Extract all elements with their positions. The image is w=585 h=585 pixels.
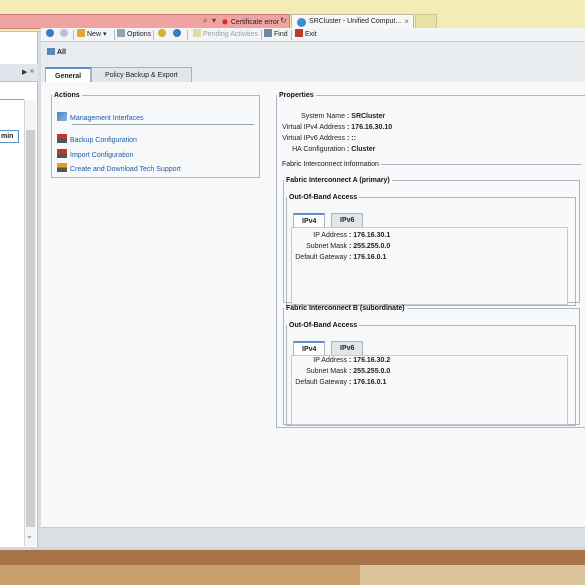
browser-tab-title: SRCluster - Unified Comput... bbox=[309, 18, 402, 25]
properties-title: Properties bbox=[279, 92, 314, 99]
info-button[interactable] bbox=[173, 29, 183, 41]
tech-support-link[interactable]: Create and Download Tech Support bbox=[57, 163, 181, 173]
fi-a-tab-ipv4[interactable]: IPv4 bbox=[293, 213, 326, 227]
new-tab-button[interactable] bbox=[415, 14, 437, 29]
actions-title: Actions bbox=[54, 92, 80, 99]
fi-b-ipv4-pane: IP Address : 176.16.30.2 Subnet Mask : 2… bbox=[291, 355, 568, 425]
main-tabs: General Policy Backup & Export bbox=[41, 63, 585, 84]
help-button[interactable] bbox=[158, 29, 168, 41]
fi-info-title: Fabric Interconnect Information bbox=[282, 161, 379, 168]
options-button[interactable]: Options bbox=[117, 29, 151, 41]
fi-a-panel: Fabric Interconnect A (primary) Out-Of-B… bbox=[283, 177, 580, 306]
breadcrumb: All bbox=[41, 42, 585, 62]
import-icon bbox=[57, 149, 67, 158]
backup-icon bbox=[57, 134, 67, 143]
fi-a-ipv4-pane: IP Address : 176.16.30.1 Subnet Mask : 2… bbox=[291, 227, 568, 305]
forward-button[interactable] bbox=[60, 29, 70, 41]
management-interfaces-link[interactable]: Management Interfaces bbox=[57, 112, 144, 122]
import-configuration-link[interactable]: Import Configuration bbox=[57, 149, 133, 159]
new-menu[interactable]: New ▾ bbox=[77, 29, 106, 41]
fi-a-oob-title: Out-Of-Band Access bbox=[289, 194, 358, 201]
fi-info-section: Fabric Interconnect Information Fabric I… bbox=[280, 161, 582, 426]
fi-b-panel: Fabric Interconnect B (subordinate) Out-… bbox=[283, 305, 580, 426]
backup-configuration-link[interactable]: Backup Configuration bbox=[57, 134, 137, 144]
grid-icon bbox=[47, 48, 55, 55]
fi-b-tab-ipv6[interactable]: IPv6 bbox=[331, 341, 364, 355]
tech-support-icon bbox=[57, 163, 67, 172]
fi-b-default-gateway-value: : 176.16.0.1 bbox=[349, 379, 387, 386]
properties-panel: Properties System Name : SRCluster Virtu… bbox=[276, 92, 585, 428]
network-icon bbox=[57, 112, 67, 121]
fi-a-title: Fabric Interconnect A (primary) bbox=[286, 177, 390, 184]
help-icon bbox=[158, 29, 166, 37]
search-icon[interactable]: ⌕ bbox=[203, 16, 207, 26]
error-icon: ⊗ bbox=[222, 19, 228, 26]
app-toolbar: New ▾ Options Pending Activities Find Ex… bbox=[41, 28, 585, 42]
fi-b-subnet-mask-value: : 255.255.0.0 bbox=[349, 368, 391, 375]
certificate-error[interactable]: ⊗ Certificate error bbox=[222, 18, 279, 26]
warning-icon bbox=[193, 29, 201, 37]
left-nav-tab[interactable]: min bbox=[0, 130, 19, 143]
content-area: Actions Management Interfaces Backup Con… bbox=[41, 82, 585, 527]
pending-activities-button[interactable]: Pending Activities bbox=[193, 29, 258, 41]
ha-configuration-value: : Cluster bbox=[347, 146, 376, 153]
divider bbox=[72, 124, 254, 125]
find-button[interactable]: Find bbox=[264, 29, 288, 41]
fi-b-oob-title: Out-Of-Band Access bbox=[289, 322, 358, 329]
info-icon bbox=[173, 29, 181, 37]
refresh-icon[interactable]: ↻ bbox=[280, 16, 287, 25]
left-scrollbar[interactable]: ⌄ bbox=[24, 100, 36, 546]
divider bbox=[0, 99, 24, 100]
scrollbar-thumb[interactable] bbox=[26, 130, 35, 527]
exit-icon bbox=[295, 29, 303, 37]
virtual-ipv6-value: : :: bbox=[347, 135, 356, 142]
left-nav-header: min ▶ » bbox=[0, 64, 38, 143]
desktop-taskbar bbox=[0, 547, 585, 585]
fi-b-tab-ipv4[interactable]: IPv4 bbox=[293, 341, 326, 355]
fi-a-subnet-mask-value: : 255.255.0.0 bbox=[349, 243, 391, 250]
fi-b-title: Fabric Interconnect B (subordinate) bbox=[286, 305, 405, 312]
status-bar bbox=[41, 527, 585, 547]
fi-a-tab-ipv6[interactable]: IPv6 bbox=[331, 213, 364, 227]
tab-policy-backup-export[interactable]: Policy Backup & Export bbox=[91, 67, 192, 83]
system-name-value: : SRCluster bbox=[347, 113, 386, 120]
exit-button[interactable]: Exit bbox=[295, 29, 317, 41]
nav-right-icon[interactable]: ▶ bbox=[22, 68, 27, 76]
scroll-down-icon[interactable]: ⌄ bbox=[26, 531, 33, 540]
nav-more-icon[interactable]: » bbox=[30, 68, 34, 75]
options-icon bbox=[117, 29, 125, 37]
fi-a-oob-panel: Out-Of-Band Access IPv4 IPv6 IP Address … bbox=[286, 194, 576, 306]
fi-b-oob-panel: Out-Of-Band Access IPv4 IPv6 IP Address … bbox=[286, 322, 576, 426]
back-button[interactable] bbox=[46, 29, 56, 41]
fi-b-ip-address-value: : 176.16.30.2 bbox=[349, 357, 391, 364]
address-bar[interactable]: ⌕ ▾ ⊗ Certificate error ↻ bbox=[0, 14, 290, 29]
fi-a-default-gateway-value: : 176.16.0.1 bbox=[349, 254, 387, 261]
virtual-ipv4-value: : 176.16.30.10 bbox=[347, 124, 393, 131]
browser-tab-icon bbox=[297, 18, 306, 27]
fi-a-ip-address-value: : 176.16.30.1 bbox=[349, 232, 391, 239]
close-tab-button[interactable]: × bbox=[404, 17, 409, 26]
dropdown-icon[interactable]: ▾ bbox=[212, 16, 216, 25]
actions-panel: Actions Management Interfaces Backup Con… bbox=[51, 92, 260, 178]
find-icon bbox=[264, 29, 272, 37]
breadcrumb-all[interactable]: All bbox=[47, 48, 66, 56]
new-icon bbox=[77, 29, 85, 37]
